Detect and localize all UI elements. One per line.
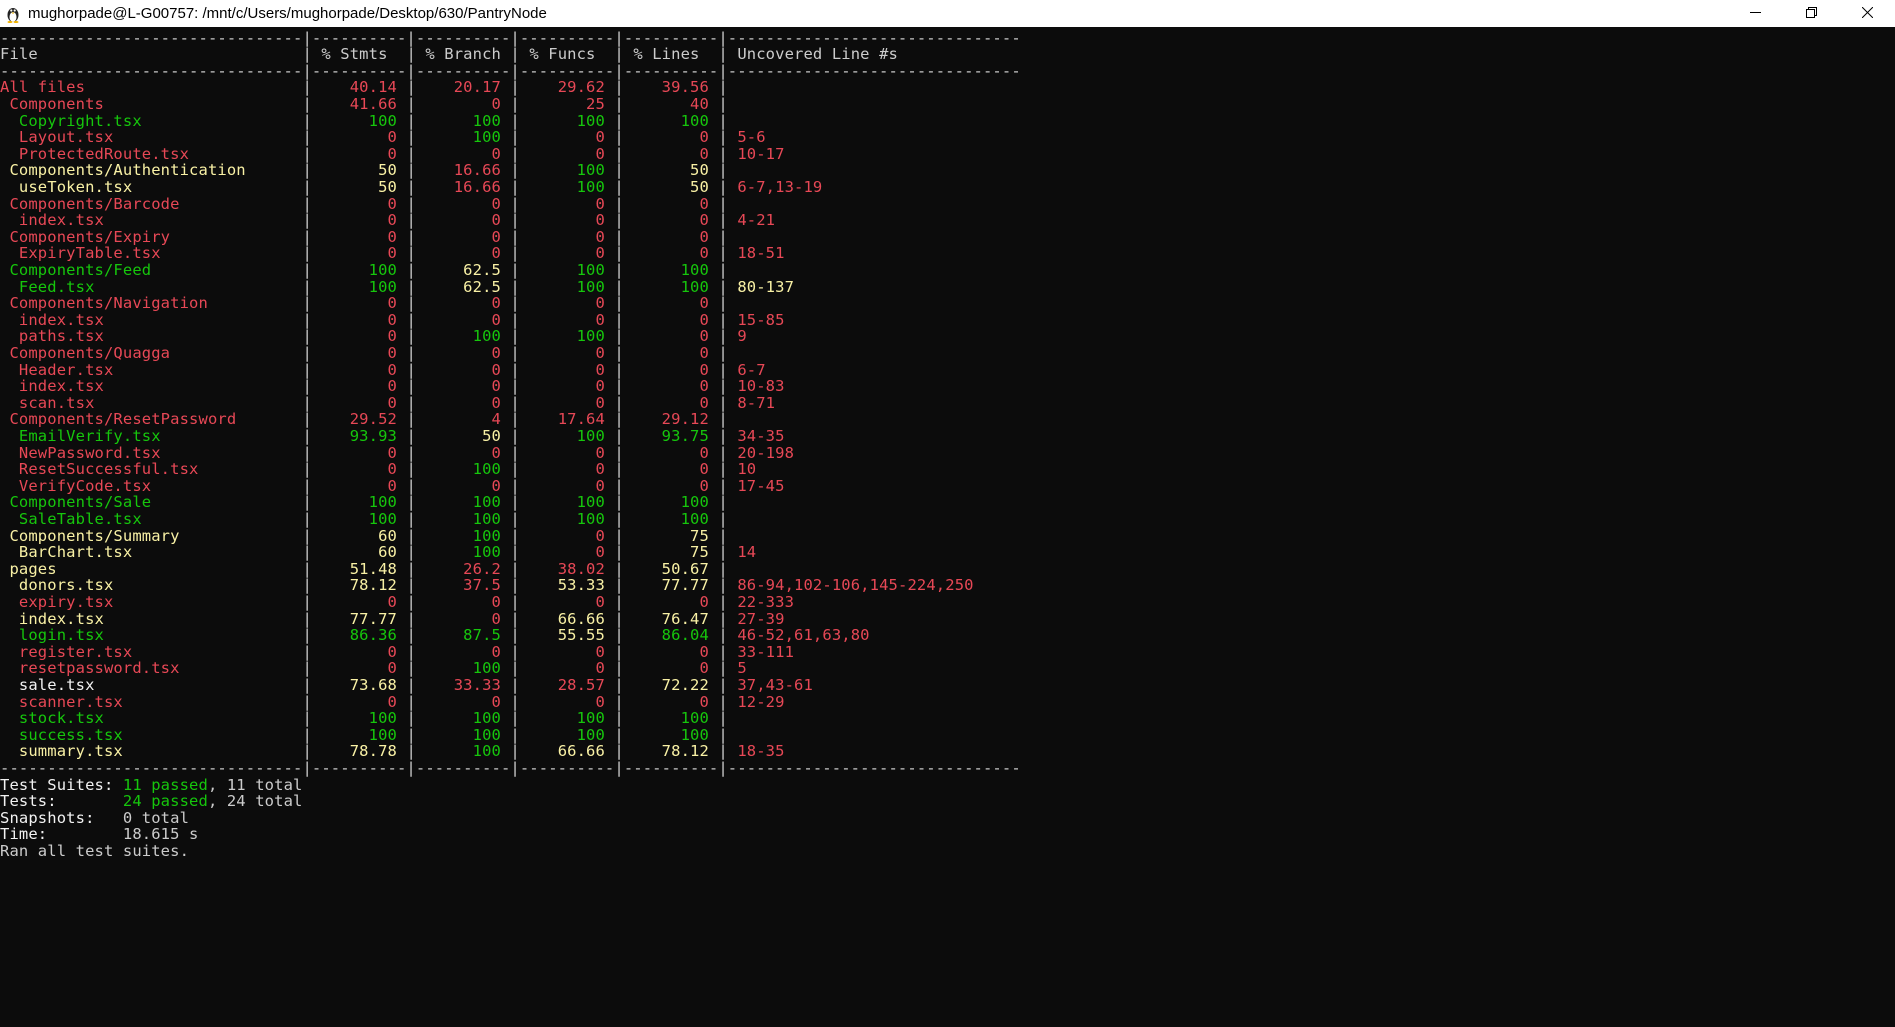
terminal-output[interactable]: --------------------------------|-------… bbox=[0, 27, 1895, 1027]
uncovered-lines: 10-17 bbox=[737, 144, 785, 163]
window-controls bbox=[1727, 0, 1895, 27]
uncovered-lines: 9 bbox=[737, 327, 747, 346]
minimize-icon bbox=[1749, 5, 1761, 22]
uncovered-lines: 8-71 bbox=[737, 393, 776, 412]
uncovered-lines: 80-137 bbox=[737, 277, 795, 296]
window-title: mughorpade@L-G00757: /mnt/c/Users/mughor… bbox=[28, 5, 547, 22]
footer-line: Ran all test suites. bbox=[0, 841, 189, 861]
linux-penguin-icon bbox=[3, 3, 23, 25]
footer-text: Ran all test suites. bbox=[0, 841, 190, 860]
uncovered-lines: 12-29 bbox=[737, 692, 785, 711]
restore-button[interactable] bbox=[1783, 0, 1839, 27]
uncovered-lines: 4-21 bbox=[737, 211, 776, 230]
summary-value: , 24 total bbox=[207, 792, 303, 811]
window-titlebar: mughorpade@L-G00757: /mnt/c/Users/mughor… bbox=[0, 0, 1895, 27]
uncovered-lines: 17-45 bbox=[737, 476, 785, 495]
minimize-button[interactable] bbox=[1727, 0, 1783, 27]
close-button[interactable] bbox=[1839, 0, 1895, 27]
close-icon bbox=[1861, 5, 1873, 22]
uncovered-lines: 18-51 bbox=[737, 244, 785, 263]
restore-icon bbox=[1805, 5, 1817, 22]
uncovered-lines: 14 bbox=[737, 543, 757, 562]
uncovered-lines: 6-7,13-19 bbox=[737, 177, 823, 196]
